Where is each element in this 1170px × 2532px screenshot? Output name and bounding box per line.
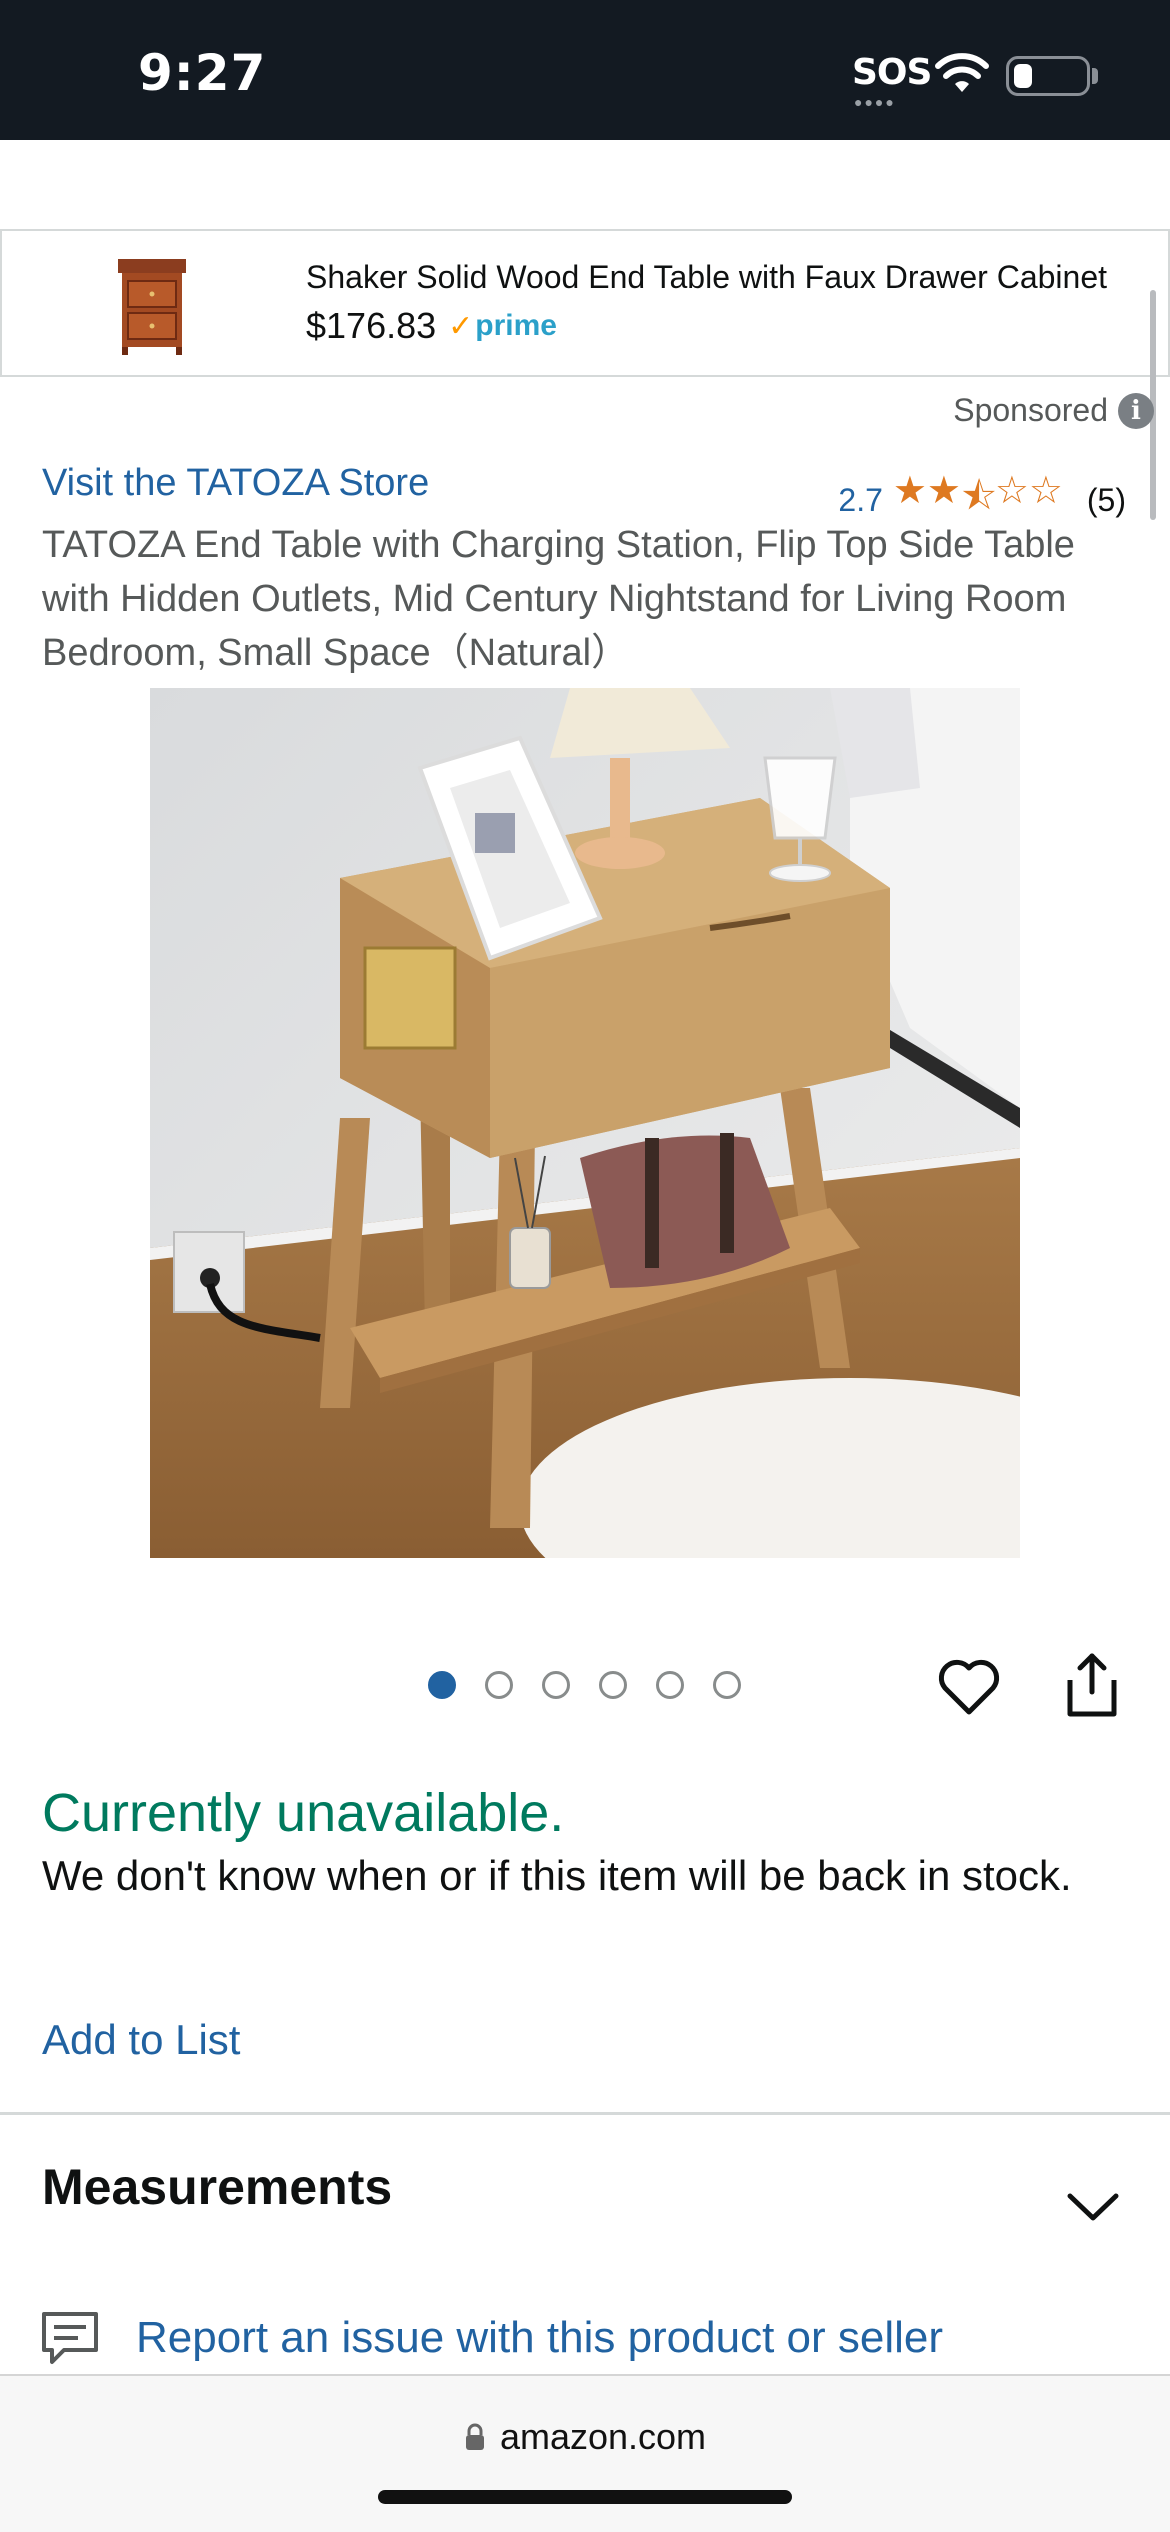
product-photo-nightstand[interactable] [150, 688, 1020, 1558]
sponsored-ad-banner[interactable]: Shaker Solid Wood End Table with Faux Dr… [0, 229, 1170, 377]
chevron-down-icon[interactable] [1066, 2190, 1120, 2224]
status-bar: 9:27 SOS ●●●● [0, 0, 1170, 140]
carousel-dot[interactable] [656, 1671, 684, 1699]
wifi-icon [935, 53, 989, 92]
carousel-dot[interactable] [542, 1671, 570, 1699]
report-issue-row[interactable]: Report an issue with this product or sel… [40, 2310, 943, 2366]
info-icon[interactable]: i [1118, 392, 1154, 429]
browser-address-bar[interactable]: amazon.com [0, 2374, 1170, 2532]
sponsored-label-row[interactable]: Sponsored i [953, 392, 1154, 429]
url-text[interactable]: amazon.com [500, 2416, 706, 2458]
end-table-thumbnail [118, 259, 186, 355]
heart-icon[interactable] [936, 1654, 1002, 1720]
availability-status: Currently unavailable. [42, 1783, 565, 1843]
sos-signal-dots: ●●●● [854, 94, 896, 110]
ad-price-row: $176.83 ✓ prime [306, 305, 557, 347]
battery-nub [1092, 68, 1098, 84]
share-icon[interactable] [1062, 1652, 1122, 1718]
add-to-list-link[interactable]: Add to List [42, 2016, 240, 2064]
comment-icon [42, 2312, 98, 2364]
carousel-dot[interactable] [713, 1671, 741, 1699]
visit-store-link[interactable]: Visit the TATOZA Store [42, 462, 429, 505]
carousel-dot[interactable] [599, 1671, 627, 1699]
carousel-dot[interactable] [428, 1671, 456, 1699]
rating-count: (5) [1086, 482, 1126, 518]
battery-level [1014, 64, 1032, 88]
report-issue-link[interactable]: Report an issue with this product or sel… [136, 2313, 943, 2363]
ad-price: $176.83 [306, 305, 437, 346]
sos-indicator: SOS [852, 52, 932, 93]
prime-label: prime [475, 309, 557, 342]
product-title: TATOZA End Table with Charging Station, … [42, 524, 1075, 674]
carousel-dot[interactable] [485, 1671, 513, 1699]
ad-title[interactable]: Shaker Solid Wood End Table with Faux Dr… [306, 259, 1162, 296]
prime-badge: ✓ prime [448, 309, 557, 344]
image-carousel-dots[interactable] [428, 1671, 770, 1699]
availability-detail: We don't know when or if this item will … [42, 1852, 1072, 1899]
section-divider [0, 2112, 1170, 2115]
lock-icon [465, 2423, 484, 2450]
status-time: 9:27 [138, 44, 267, 102]
sponsored-label: Sponsored [953, 392, 1108, 428]
prime-check-icon: ✓ [448, 309, 474, 343]
battery-icon [1006, 56, 1090, 96]
measurements-section-header[interactable]: Measurements [42, 2158, 392, 2216]
url-row[interactable]: amazon.com [0, 2416, 1170, 2458]
home-indicator[interactable] [378, 2490, 792, 2504]
rating-value: 2.7 [838, 482, 883, 518]
